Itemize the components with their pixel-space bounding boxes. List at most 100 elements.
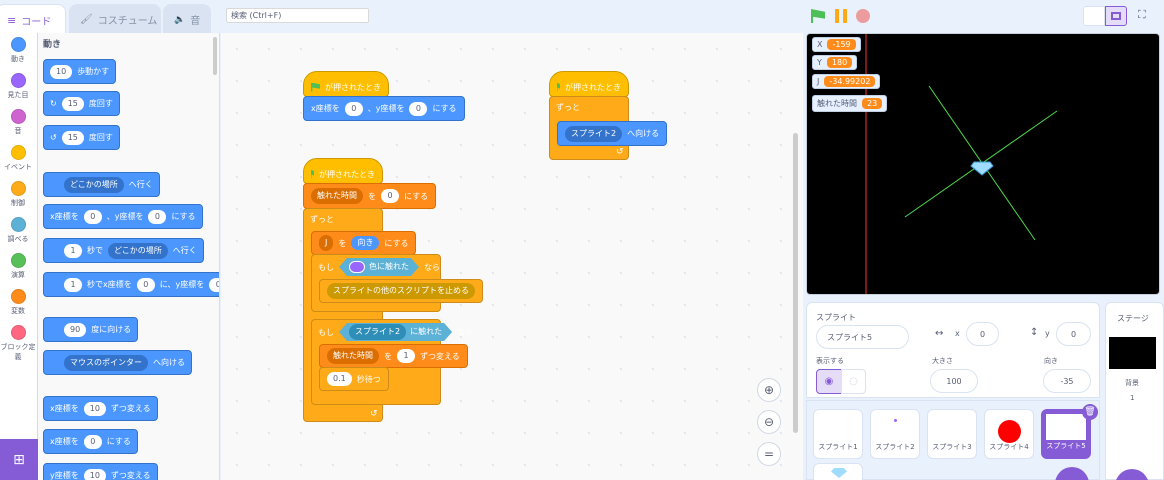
show-button[interactable]: ◉: [816, 369, 842, 394]
zoom-reset-button[interactable]: =: [757, 442, 781, 466]
point-towards-dropdown[interactable]: マウスのポインター: [64, 354, 148, 371]
workspace-scrollbar[interactable]: [793, 133, 798, 433]
stop-block[interactable]: スプライトの他のスクリプトを止める: [319, 279, 483, 303]
hide-button[interactable]: ◌: [841, 369, 866, 394]
block-input[interactable]: 15: [61, 130, 84, 145]
setxy-block[interactable]: x座標を 0 、y座標を 0 にする: [303, 96, 465, 121]
block-input[interactable]: 0: [83, 434, 102, 449]
when-flag-hat[interactable]: が押されたとき: [549, 71, 629, 97]
set-variable-block[interactable]: J を向き にする: [311, 231, 417, 255]
glidexy-block[interactable]: 1 秒でx座標を 0 に、y座標を 0: [43, 272, 219, 297]
monitor-y[interactable]: Y 180: [812, 55, 858, 70]
variable-dropdown[interactable]: J: [319, 235, 334, 251]
block-input[interactable]: 0: [209, 277, 219, 292]
block-input[interactable]: 0: [381, 189, 399, 203]
goto-dropdown[interactable]: どこかの場所: [64, 176, 124, 193]
block-input[interactable]: 0: [83, 209, 102, 224]
tab-sound[interactable]: 🔈 音: [163, 4, 211, 34]
block-input[interactable]: 0: [409, 101, 428, 116]
category-sensing[interactable]: 調べる: [0, 217, 36, 244]
zoom-in-button[interactable]: ⊕: [757, 378, 781, 402]
setxy-block[interactable]: x座標を 0 、y座標を 0 にする: [43, 204, 203, 229]
color-swatch[interactable]: [349, 261, 365, 273]
stage-selector[interactable]: ステージ 背景 1: [1105, 302, 1164, 480]
category-myblocks[interactable]: ブロック定義: [0, 325, 36, 362]
change-x-block[interactable]: x座標を 10 ずつ変える: [43, 396, 158, 421]
turn-right-block[interactable]: ↻ 15 度回す: [43, 91, 120, 116]
when-flag-hat[interactable]: が押されたとき: [303, 158, 383, 184]
x-input[interactable]: 0: [966, 322, 999, 346]
variable-dropdown[interactable]: 触れた時間: [327, 348, 379, 364]
small-stage-button[interactable]: [1083, 6, 1105, 26]
stop-button[interactable]: [856, 9, 870, 23]
block-input[interactable]: 10: [83, 401, 106, 416]
y-input[interactable]: 0: [1056, 322, 1091, 346]
direction-reporter[interactable]: 向き: [351, 236, 380, 250]
point-towards-dropdown[interactable]: スプライト2: [565, 125, 623, 142]
direction-input[interactable]: -35: [1043, 369, 1091, 393]
wait-block[interactable]: 0.1 秒待つ: [319, 367, 389, 391]
gem-sprite[interactable]: [970, 161, 994, 176]
block-input[interactable]: 1: [397, 349, 415, 363]
add-backdrop-button[interactable]: [1115, 469, 1149, 480]
category-control[interactable]: 制御: [0, 181, 36, 208]
block-input[interactable]: 15: [61, 96, 84, 111]
point-towards-block[interactable]: マウスのポインター へ向ける: [43, 350, 192, 375]
pause-button[interactable]: [843, 9, 847, 23]
touching-color-block[interactable]: 色に触れた: [339, 258, 419, 276]
point-direction-block[interactable]: 90 度に向ける: [43, 317, 139, 342]
touching-sprite-block[interactable]: スプライト2 に触れた: [339, 323, 452, 341]
block-input[interactable]: 10: [83, 468, 106, 480]
category-motion[interactable]: 動き: [0, 37, 36, 64]
category-operators[interactable]: 演算: [0, 253, 36, 280]
monitor-j[interactable]: J -34.99202: [812, 74, 881, 89]
green-flag-button[interactable]: [811, 9, 825, 23]
add-extension-button[interactable]: ⊞: [0, 439, 38, 480]
large-stage-button[interactable]: [1105, 6, 1127, 26]
tab-code[interactable]: ≡ コード: [0, 4, 66, 35]
change-variable-block[interactable]: 触れた時間を 1 ずつ変える: [319, 344, 468, 368]
search-input[interactable]: 検索 (Ctrl+F): [226, 8, 369, 23]
turn-left-block[interactable]: ↺ 15 度回す: [43, 125, 120, 150]
category-sound[interactable]: 音: [0, 109, 36, 136]
goto-block[interactable]: どこかの場所 へ行く: [43, 172, 160, 197]
category-events[interactable]: イベント: [0, 145, 36, 172]
move-block[interactable]: 10 歩動かす: [43, 59, 117, 84]
block-input[interactable]: 0: [148, 209, 167, 224]
category-variables[interactable]: 変数: [0, 289, 36, 316]
point-towards-block[interactable]: スプライト2 へ向ける: [557, 121, 668, 146]
block-input[interactable]: 90: [64, 322, 87, 337]
set-variable-block[interactable]: 触れた時間を 0 にする: [303, 183, 437, 209]
script-workspace[interactable]: が押されたとき x座標を 0 、y座標を 0 にする が押されたとき ずっと ↺ スプラ…: [221, 33, 803, 480]
add-sprite-button[interactable]: [1055, 467, 1089, 480]
block-input[interactable]: 1: [64, 243, 82, 258]
sprite-tile-1[interactable]: スプライト1: [813, 409, 863, 459]
stop-dropdown[interactable]: スプライトの他のスクリプトを止める: [327, 283, 475, 299]
sprite-name-input[interactable]: スプライト5: [816, 325, 909, 349]
variable-dropdown[interactable]: 触れた時間: [311, 188, 363, 204]
delete-sprite-button[interactable]: 🗑: [1082, 404, 1098, 420]
stage-canvas[interactable]: X -159 Y 180 J -34.99202 触れた時間 23: [806, 33, 1160, 295]
sprite-dropdown[interactable]: スプライト2: [349, 324, 406, 340]
when-flag-hat[interactable]: が押されたとき: [303, 71, 389, 97]
set-x-block[interactable]: x座標を 0 にする: [43, 429, 138, 454]
glide-block[interactable]: 1 秒で どこかの場所 へ行く: [43, 238, 204, 263]
sprite-tile-3[interactable]: スプライト3: [927, 409, 977, 459]
sprite-tile-2[interactable]: スプライト2: [870, 409, 920, 459]
zoom-out-button[interactable]: ⊖: [757, 410, 781, 434]
change-y-block[interactable]: y座標を 10 ずつ変える: [43, 463, 158, 480]
category-looks[interactable]: 見た目: [0, 73, 36, 100]
block-input[interactable]: 0.1: [327, 372, 352, 386]
block-input[interactable]: 0: [136, 277, 155, 292]
block-input[interactable]: 10: [50, 64, 73, 79]
glide-dropdown[interactable]: どこかの場所: [108, 242, 168, 259]
tab-costume[interactable]: 🖌 コスチューム: [69, 4, 161, 34]
palette-scrollbar[interactable]: [213, 37, 217, 75]
sprite-tile-4[interactable]: スプライト4: [984, 409, 1034, 459]
block-input[interactable]: 0: [344, 101, 363, 116]
fullscreen-button[interactable]: ⛶: [1138, 8, 1146, 22]
monitor-touch-time[interactable]: 触れた時間 23: [812, 95, 888, 112]
sprite-tile-6[interactable]: [813, 463, 863, 480]
block-input[interactable]: 1: [64, 277, 82, 292]
size-input[interactable]: 100: [930, 369, 978, 393]
